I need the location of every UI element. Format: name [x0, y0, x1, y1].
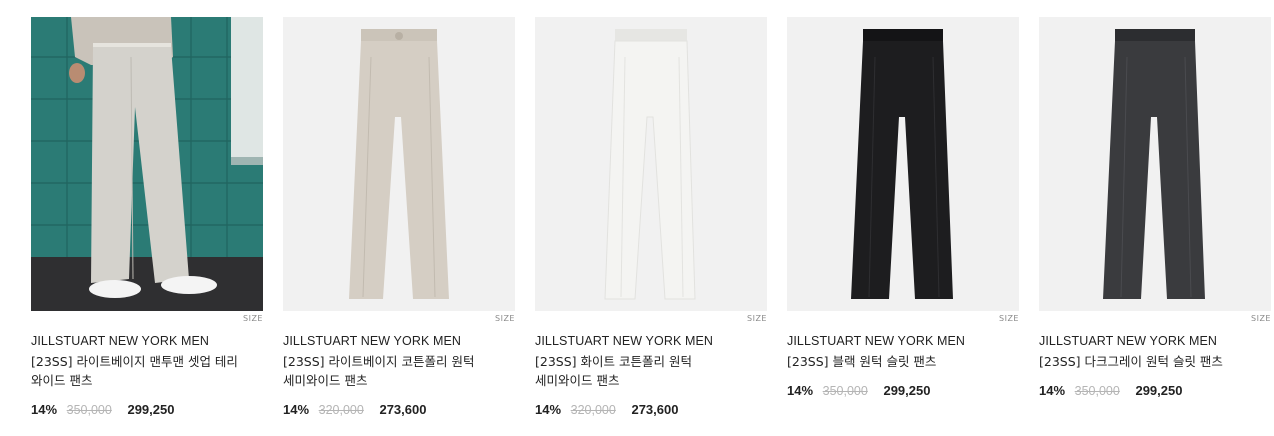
size-guide-label[interactable]: SIZE: [999, 314, 1019, 323]
product-brand[interactable]: JILLSTUART NEW YORK MEN: [787, 333, 1019, 350]
price-row: 14% 320,000 273,600: [535, 402, 767, 417]
model-photo-illustration: [31, 17, 263, 311]
discount-rate: 14%: [283, 402, 310, 417]
product-card[interactable]: SIZE JILLSTUART NEW YORK MEN [23SS] 다크그레…: [1039, 17, 1271, 398]
product-image[interactable]: [31, 17, 263, 311]
product-name[interactable]: [23SS] 다크그레이 원턱 슬릿 팬츠: [1039, 352, 1249, 371]
product-image[interactable]: [787, 17, 1019, 311]
product-card[interactable]: SIZE JILLSTUART NEW YORK MEN [23SS] 라이트베…: [31, 17, 263, 417]
product-brand[interactable]: JILLSTUART NEW YORK MEN: [535, 333, 767, 350]
product-name[interactable]: [23SS] 라이트베이지 코튼폴리 원턱 세미와이드 팬츠: [283, 352, 493, 390]
sale-price: 299,250: [883, 383, 931, 398]
product-card[interactable]: SIZE JILLSTUART NEW YORK MEN [23SS] 라이트베…: [283, 17, 515, 417]
product-name[interactable]: [23SS] 블랙 원턱 슬릿 팬츠: [787, 352, 997, 371]
product-image[interactable]: [1039, 17, 1271, 311]
product-image[interactable]: [535, 17, 767, 311]
pants-illustration: [604, 29, 696, 300]
product-name[interactable]: [23SS] 라이트베이지 맨투맨 셋업 테리 와이드 팬츠: [31, 352, 241, 390]
price-row: 14% 350,000 299,250: [787, 383, 1019, 398]
pants-illustration: [349, 29, 449, 299]
original-price: 350,000: [66, 403, 112, 417]
price-row: 14% 350,000 299,250: [1039, 383, 1271, 398]
size-guide-label[interactable]: SIZE: [495, 314, 515, 323]
discount-rate: 14%: [1039, 383, 1066, 398]
original-price: 320,000: [570, 403, 616, 417]
size-guide-label[interactable]: SIZE: [243, 314, 263, 323]
product-brand[interactable]: JILLSTUART NEW YORK MEN: [283, 333, 515, 350]
product-name[interactable]: [23SS] 화이트 코튼폴리 원턱 세미와이드 팬츠: [535, 352, 745, 390]
original-price: 320,000: [318, 403, 364, 417]
product-card[interactable]: SIZE JILLSTUART NEW YORK MEN [23SS] 블랙 원…: [787, 17, 1019, 398]
product-brand[interactable]: JILLSTUART NEW YORK MEN: [1039, 333, 1271, 350]
discount-rate: 14%: [787, 383, 814, 398]
discount-rate: 14%: [535, 402, 562, 417]
sale-price: 273,600: [631, 402, 679, 417]
price-row: 14% 350,000 299,250: [31, 402, 263, 417]
original-price: 350,000: [822, 384, 868, 398]
sale-price: 273,600: [379, 402, 427, 417]
pants-illustration: [1103, 29, 1205, 299]
price-row: 14% 320,000 273,600: [283, 402, 515, 417]
sale-price: 299,250: [1135, 383, 1183, 398]
product-brand[interactable]: JILLSTUART NEW YORK MEN: [31, 333, 263, 350]
size-guide-label[interactable]: SIZE: [747, 314, 767, 323]
product-card[interactable]: SIZE JILLSTUART NEW YORK MEN [23SS] 화이트 …: [535, 17, 767, 417]
original-price: 350,000: [1074, 384, 1120, 398]
product-image[interactable]: [283, 17, 515, 311]
size-guide-label[interactable]: SIZE: [1251, 314, 1271, 323]
product-grid: SIZE JILLSTUART NEW YORK MEN [23SS] 라이트베…: [0, 0, 1274, 436]
pants-illustration: [851, 29, 953, 299]
discount-rate: 14%: [31, 402, 58, 417]
sale-price: 299,250: [127, 402, 175, 417]
